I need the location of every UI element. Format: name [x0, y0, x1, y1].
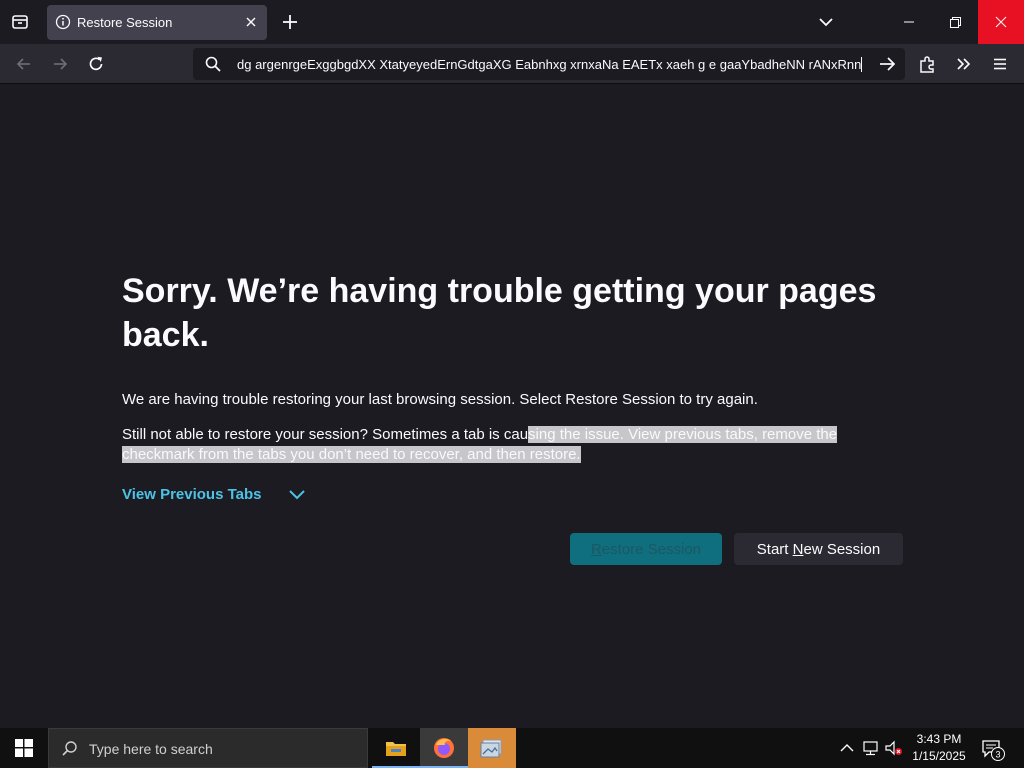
firefox-view-icon — [12, 15, 28, 29]
address-bar[interactable]: dg argenrgeExggbgdXX XtatyeyedErnGdtgaXG… — [193, 48, 905, 80]
close-tab-icon[interactable] — [243, 14, 259, 30]
start-button[interactable] — [0, 728, 48, 768]
photos-taskbar-button[interactable] — [468, 728, 516, 768]
hamburger-menu-icon — [994, 58, 1006, 70]
tab-strip: Restore Session — [0, 0, 1024, 44]
taskbar-search-box[interactable]: Type here to search — [48, 728, 368, 768]
taskbar: Type here to search 3:43 PM 1/15/2025 3 — [0, 728, 1024, 768]
start-new-session-button[interactable]: Start New Session — [734, 533, 903, 565]
back-button[interactable] — [10, 50, 38, 78]
app-menu-button[interactable] — [986, 50, 1014, 78]
tab-restore-session[interactable]: Restore Session — [47, 5, 267, 40]
double-chevron-icon — [957, 58, 971, 70]
folder-icon — [386, 742, 406, 756]
restore-label: estore Session — [601, 540, 702, 558]
restore-session-button[interactable]: Restore Session — [570, 533, 722, 565]
firefox-view-button[interactable] — [4, 7, 36, 37]
new-session-label-prefix: Start — [756, 540, 793, 558]
restore-accesskey: R — [590, 540, 602, 558]
page-title: Sorry. We’re having trouble getting your… — [122, 272, 877, 354]
notification-icon: 3 — [982, 740, 1005, 761]
troubleshoot-text: Still not able to restore your session? … — [122, 425, 912, 465]
puzzle-piece-icon — [920, 56, 934, 73]
view-previous-tabs-label: View Previous Tabs — [122, 486, 262, 503]
new-tab-icon[interactable] — [278, 10, 302, 34]
extensions-button[interactable] — [914, 50, 942, 78]
forward-button[interactable] — [46, 50, 74, 78]
troubleshoot-text-plain: Still not able to restore your session? … — [122, 426, 529, 443]
search-placeholder: Type here to search — [89, 741, 213, 757]
firefox-logo-icon — [434, 738, 454, 758]
clock-time: 3:43 PM — [916, 732, 962, 746]
tab-title: Restore Session — [77, 15, 173, 30]
more-tools-button[interactable] — [950, 50, 978, 78]
search-icon — [62, 741, 77, 756]
minimize-button[interactable] — [886, 0, 932, 44]
list-all-tabs-chevron-icon[interactable] — [814, 10, 838, 34]
restore-down-icon — [950, 17, 961, 28]
view-previous-tabs-toggle[interactable]: View Previous Tabs — [122, 486, 306, 503]
network-icon[interactable] — [862, 738, 880, 758]
notification-count: 3 — [995, 750, 1000, 760]
restore-instructions: We are having trouble restoring your las… — [122, 391, 758, 408]
new-session-accesskey: N — [792, 540, 804, 558]
system-clock[interactable]: 3:43 PM 1/15/2025 — [904, 731, 974, 765]
back-arrow-icon — [16, 58, 30, 70]
file-explorer-taskbar-button[interactable] — [372, 728, 420, 768]
windows-logo-icon — [15, 739, 33, 757]
volume-muted-icon[interactable] — [884, 738, 904, 758]
reload-icon — [89, 56, 103, 71]
text-caret — [861, 57, 863, 72]
address-input[interactable]: dg argenrgeExggbgdXX XtatyeyedErnGdtgaXG… — [237, 57, 877, 72]
info-icon — [55, 14, 71, 30]
restore-down-button[interactable] — [932, 0, 978, 44]
firefox-taskbar-button[interactable] — [420, 728, 468, 768]
photos-icon — [480, 739, 502, 758]
reload-button[interactable] — [82, 50, 110, 78]
forward-arrow-icon — [54, 58, 68, 70]
close-window-icon — [995, 16, 1007, 28]
go-arrow-icon[interactable] — [877, 54, 897, 74]
new-session-label: ew Session — [803, 540, 881, 558]
chevron-down-icon — [288, 489, 305, 499]
action-center-button[interactable]: 3 — [980, 736, 1006, 762]
clock-date: 1/15/2025 — [912, 749, 966, 763]
minimize-icon — [904, 21, 914, 23]
close-window-button[interactable] — [978, 0, 1024, 44]
navigation-toolbar: dg argenrgeExggbgdXX XtatyeyedErnGdtgaXG… — [0, 44, 1024, 84]
address-value: dg argenrgeExggbgdXX XtatyeyedErnGdtgaXG… — [237, 57, 862, 72]
search-icon — [205, 56, 221, 72]
show-hidden-icons-chevron-icon[interactable] — [838, 738, 856, 758]
page-content: Sorry. We’re having trouble getting your… — [0, 85, 1024, 728]
